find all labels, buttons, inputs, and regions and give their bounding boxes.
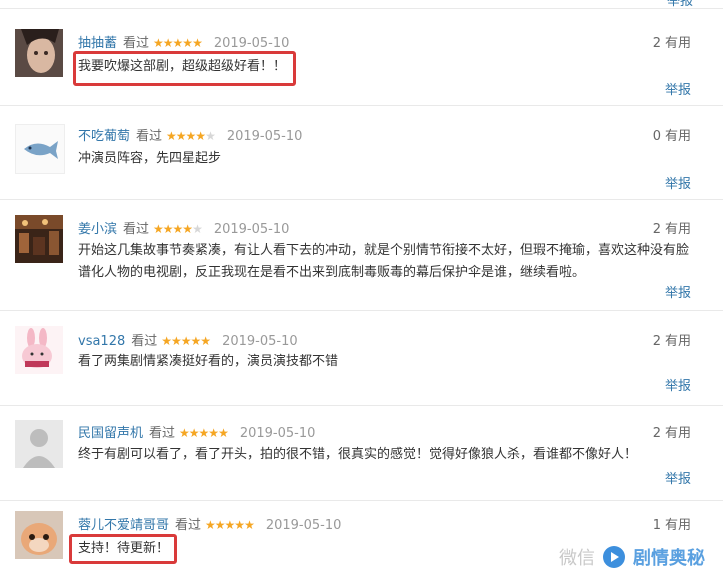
- review-date: 2019-05-10: [239, 426, 316, 441]
- review-date: 2019-05-10: [222, 334, 298, 349]
- review-content: 冲演员阵容，先四星起步: [78, 151, 222, 166]
- watched-label: 看过: [123, 36, 150, 51]
- fish-icon: [16, 125, 64, 173]
- review-item: 抽抽蓄 看过 ★★★★★ 2019-05-10 2 有用 我要吹爆这部剧，超级超级好看！…: [0, 9, 723, 106]
- rating-stars: ★★★★★: [153, 222, 203, 236]
- default-avatar-icon: [15, 420, 63, 468]
- review-content: 看了两集剧情紧凑挺好看的，演员演技都不错: [78, 354, 339, 369]
- rating-stars: ★★★★★: [205, 518, 255, 532]
- useful-label: 有用: [664, 426, 691, 441]
- useful-button[interactable]: 1 有用: [653, 514, 691, 533]
- review-content: 我要吹爆这部剧，超级超级好看！！: [78, 59, 287, 74]
- useful-label: 有用: [664, 518, 691, 533]
- useful-button[interactable]: 2 有用: [653, 422, 691, 441]
- rating-stars: ★★★★★: [179, 426, 229, 440]
- author-name[interactable]: 抽抽蓄: [78, 36, 117, 51]
- watched-label: 看过: [131, 334, 158, 349]
- avatar[interactable]: [15, 420, 63, 468]
- review-meta: 姜小滨 看过 ★★★★★ 2019-05-10: [78, 218, 289, 237]
- useful-count: 2: [652, 426, 661, 441]
- review-date: 2019-05-10: [226, 129, 303, 144]
- watched-label: 看过: [136, 129, 163, 144]
- review-item: 民国留声机 看过 ★★★★★ 2019-05-10 2 有用 终于有剧可以看了，看了开头…: [0, 406, 723, 501]
- report-link[interactable]: 举报: [665, 375, 691, 394]
- avatar[interactable]: [15, 511, 63, 559]
- rating-stars: ★★★★★: [153, 36, 203, 50]
- review-meta: 不吃葡萄 看过 ★★★★★ 2019-05-10: [78, 125, 302, 144]
- useful-label: 有用: [664, 129, 691, 144]
- author-name[interactable]: 民国留声机: [78, 426, 143, 441]
- watermark: 微信 剧情奥秘: [559, 544, 705, 570]
- useful-button[interactable]: 2 有用: [653, 330, 691, 349]
- avatar[interactable]: [15, 29, 63, 77]
- useful-count: 0: [652, 129, 661, 144]
- review-date: 2019-05-10: [265, 518, 342, 533]
- author-name[interactable]: 不吃葡萄: [78, 129, 130, 144]
- woman-photo-icon: [15, 29, 63, 77]
- report-link[interactable]: 举报: [665, 79, 691, 98]
- play-logo-icon: [603, 546, 625, 568]
- watched-label: 看过: [123, 222, 150, 237]
- brand-name: 剧情奥秘: [633, 548, 705, 569]
- review-item: 姜小滨 看过 ★★★★★ 2019-05-10 2 有用 开始这几集故事节奏紧凑，有让人…: [0, 200, 723, 311]
- review-item: 不吃葡萄 看过 ★★★★★ 2019-05-10 0 有用 冲演员阵容，先四星起步 举报: [0, 106, 723, 200]
- review-meta: 抽抽蓄 看过 ★★★★★ 2019-05-10: [78, 32, 289, 51]
- review-date: 2019-05-10: [213, 222, 290, 237]
- rating-stars: ★★★★★: [166, 129, 216, 143]
- rating-stars: ★★★★★: [161, 334, 211, 348]
- useful-count: 2: [652, 222, 661, 237]
- useful-button[interactable]: 2 有用: [653, 32, 691, 51]
- avatar[interactable]: [15, 326, 63, 374]
- author-name[interactable]: vsa128: [78, 334, 125, 349]
- review-meta: 民国留声机 看过 ★★★★★ 2019-05-10: [78, 422, 315, 441]
- useful-count: 1: [652, 518, 661, 533]
- restaurant-photo-icon: [15, 215, 63, 263]
- useful-label: 有用: [664, 222, 691, 237]
- bunny-icon: [15, 326, 63, 374]
- watched-label: 看过: [149, 426, 176, 441]
- report-link[interactable]: 举报: [665, 173, 691, 192]
- author-name[interactable]: 姜小滨: [78, 222, 117, 237]
- useful-button[interactable]: 0 有用: [653, 125, 691, 144]
- cat-photo-icon: [15, 511, 63, 559]
- review-content: 终于有剧可以看了，看了开头，拍的很不错，很真实的感觉！觉得好像狼人杀，看谁都不像…: [78, 447, 638, 462]
- useful-label: 有用: [664, 334, 691, 349]
- wechat-label: 微信: [559, 548, 595, 569]
- useful-button[interactable]: 2 有用: [653, 218, 691, 237]
- review-date: 2019-05-10: [213, 36, 290, 51]
- report-link[interactable]: 举报: [665, 282, 691, 301]
- useful-label: 有用: [664, 36, 691, 51]
- review-content: 开始这几集故事节奏紧凑，有让人看下去的冲动，就是个别情节衔接不太好，但瑕不掩瑜，…: [78, 243, 690, 280]
- watched-label: 看过: [175, 518, 202, 533]
- useful-count: 2: [652, 334, 661, 349]
- report-link[interactable]: 举报: [665, 468, 691, 487]
- avatar[interactable]: [15, 215, 63, 263]
- avatar[interactable]: [15, 124, 65, 174]
- review-meta: 蓉儿不爱靖哥哥 看过 ★★★★★ 2019-05-10: [78, 514, 341, 533]
- review-item: vsa128 看过 ★★★★★ 2019-05-10 2 有用 看了两集剧情紧凑挺好看的…: [0, 311, 723, 406]
- review-meta: vsa128 看过 ★★★★★ 2019-05-10: [78, 330, 298, 349]
- author-name[interactable]: 蓉儿不爱靖哥哥: [78, 518, 169, 533]
- useful-count: 2: [652, 36, 661, 51]
